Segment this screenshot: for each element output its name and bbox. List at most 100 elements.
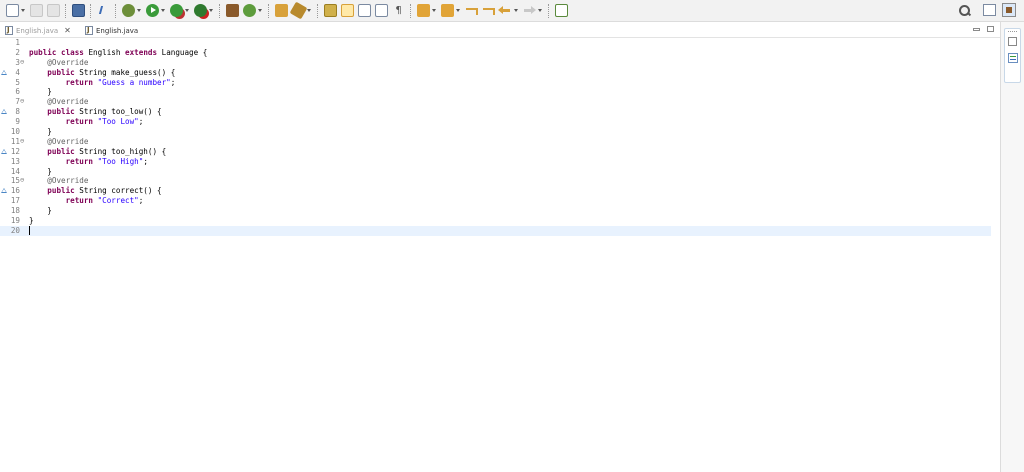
- debug-dropdown-icon[interactable]: [137, 9, 141, 12]
- editor-tab-inactive[interactable]: English.java ✕: [5, 24, 71, 37]
- code-text: public String too_high() {: [29, 147, 166, 157]
- code-line[interactable]: 3 ⊖ @Override: [0, 58, 1000, 68]
- editor-tab-bar: English.java ✕ English.java: [0, 22, 1000, 38]
- editor-tab-active[interactable]: English.java: [85, 24, 138, 37]
- new-class-dropdown-icon[interactable]: [258, 9, 262, 12]
- back-icon[interactable]: [498, 4, 512, 17]
- next-annotation-icon[interactable]: [417, 4, 430, 17]
- code-line[interactable]: 10 }: [0, 127, 1000, 137]
- keyword-token: return: [65, 77, 94, 87]
- external-tools-icon[interactable]: [194, 4, 207, 17]
- code-line[interactable]: 9 return "Too Low";: [0, 117, 1000, 127]
- coverage-dropdown-icon[interactable]: [185, 9, 189, 12]
- code-line[interactable]: 19}: [0, 216, 1000, 226]
- new-class-icon[interactable]: [243, 4, 256, 17]
- code-text: return "Guess a number";: [29, 77, 176, 88]
- fold-toggle-icon[interactable]: ⊖: [20, 97, 24, 107]
- code-line[interactable]: 8 public String too_low() {: [0, 107, 1000, 117]
- toggle-mark-occurrences-icon[interactable]: [341, 4, 354, 17]
- code-lines: 1 2 public class English extends Language …: [0, 38, 1000, 236]
- code-token: String too_low() {: [74, 107, 162, 117]
- previous-annotation-dropdown-icon[interactable]: [456, 9, 460, 12]
- annotation-token: @Override: [47, 176, 89, 186]
- code-line[interactable]: 4 public String make_guess() {: [0, 68, 1000, 78]
- code-line[interactable]: 5 return "Guess a number";: [0, 78, 1000, 88]
- search-dropdown-icon[interactable]: [307, 9, 311, 12]
- next-edit-location-icon[interactable]: [482, 4, 495, 17]
- new-wizard-dropdown-icon[interactable]: [21, 9, 25, 12]
- save-icon[interactable]: [72, 4, 85, 17]
- code-line[interactable]: 6 }: [0, 87, 1000, 97]
- pin-editor-icon[interactable]: [555, 4, 568, 17]
- line-number: 12: [10, 146, 20, 156]
- java-perspective-icon[interactable]: [1002, 3, 1016, 17]
- debug-icon[interactable]: [122, 4, 135, 17]
- trim-drag-handle[interactable]: [1008, 31, 1017, 32]
- code-line[interactable]: 20: [0, 225, 991, 236]
- external-tools-dropdown-icon[interactable]: [209, 9, 213, 12]
- annotation-token: @Override: [47, 57, 89, 67]
- trim-stack-panel: [1004, 28, 1021, 83]
- line-number: 9: [15, 117, 20, 127]
- run-dropdown-icon[interactable]: [161, 9, 165, 12]
- previous-annotation-icon[interactable]: [441, 4, 454, 17]
- code-line[interactable]: 15 ⊖ @Override: [0, 176, 1000, 186]
- line-number: 4: [15, 67, 20, 77]
- code-text: public class English extends Language {: [29, 48, 207, 58]
- line-number: 11: [10, 136, 20, 146]
- code-line[interactable]: 2 public class English extends Language {: [0, 48, 1000, 58]
- maximize-icon[interactable]: [987, 26, 994, 32]
- toggle-block-selection-icon[interactable]: [358, 4, 371, 17]
- code-editor[interactable]: 1 2 public class English extends Language …: [0, 38, 1000, 472]
- toolbar-separator: [317, 3, 319, 18]
- annotation-token: @Override: [47, 136, 89, 146]
- last-edit-location-icon[interactable]: [465, 4, 478, 17]
- code-token: Language {: [157, 47, 208, 57]
- code-line[interactable]: 18 }: [0, 206, 1000, 216]
- outline-view-icon[interactable]: [1008, 53, 1018, 63]
- skip-breakpoints-icon[interactable]: [97, 4, 110, 17]
- minimize-icon[interactable]: [973, 28, 980, 31]
- string-token: "Too Low": [97, 117, 139, 127]
- back-dropdown-icon[interactable]: [514, 9, 518, 12]
- fold-toggle-icon[interactable]: ⊖: [20, 176, 24, 186]
- open-perspective-icon[interactable]: [983, 4, 996, 16]
- code-line[interactable]: 17 return "Correct";: [0, 196, 1000, 206]
- line-number: 10: [10, 127, 20, 137]
- new-package-icon[interactable]: [226, 4, 239, 17]
- restore-icon[interactable]: [1008, 37, 1017, 46]
- fold-toggle-icon[interactable]: ⊖: [20, 137, 24, 147]
- show-whitespace-icon[interactable]: ¶: [392, 4, 405, 17]
- open-type-icon[interactable]: [275, 4, 288, 17]
- next-annotation-dropdown-icon[interactable]: [432, 9, 436, 12]
- toggle-ant-mark-icon[interactable]: [324, 4, 337, 17]
- search-tool-icon[interactable]: [958, 4, 971, 17]
- keyword-token: extends: [125, 47, 158, 57]
- forward-dropdown-icon: [538, 9, 542, 12]
- toggle-breadcrumb-icon[interactable]: [375, 4, 388, 17]
- code-line[interactable]: 7 ⊖ @Override: [0, 97, 1000, 107]
- code-line[interactable]: 16 public String correct() {: [0, 186, 1000, 196]
- code-token: ;: [138, 196, 144, 206]
- close-icon[interactable]: ✕: [64, 26, 71, 35]
- code-text: return "Too Low";: [29, 117, 144, 127]
- coverage-icon[interactable]: [170, 4, 183, 17]
- code-line[interactable]: 1: [0, 38, 1000, 48]
- code-line[interactable]: 13 return "Too High";: [0, 157, 1000, 167]
- code-line[interactable]: 12 public String too_high() {: [0, 147, 1000, 157]
- line-number: 6: [15, 87, 20, 97]
- code-text: public String make_guess() {: [29, 68, 175, 78]
- run-icon[interactable]: [146, 4, 159, 17]
- line-number: 19: [10, 216, 20, 226]
- fold-toggle-icon[interactable]: ⊖: [20, 58, 24, 68]
- code-line[interactable]: 11 ⊖ @Override: [0, 137, 1000, 147]
- code-line[interactable]: 14 }: [0, 167, 1000, 177]
- new-wizard-icon[interactable]: [6, 4, 19, 17]
- code-text: @Override: [29, 137, 88, 147]
- code-text: [29, 225, 30, 236]
- keyword-token: public: [47, 146, 75, 156]
- search-icon[interactable]: [289, 1, 308, 20]
